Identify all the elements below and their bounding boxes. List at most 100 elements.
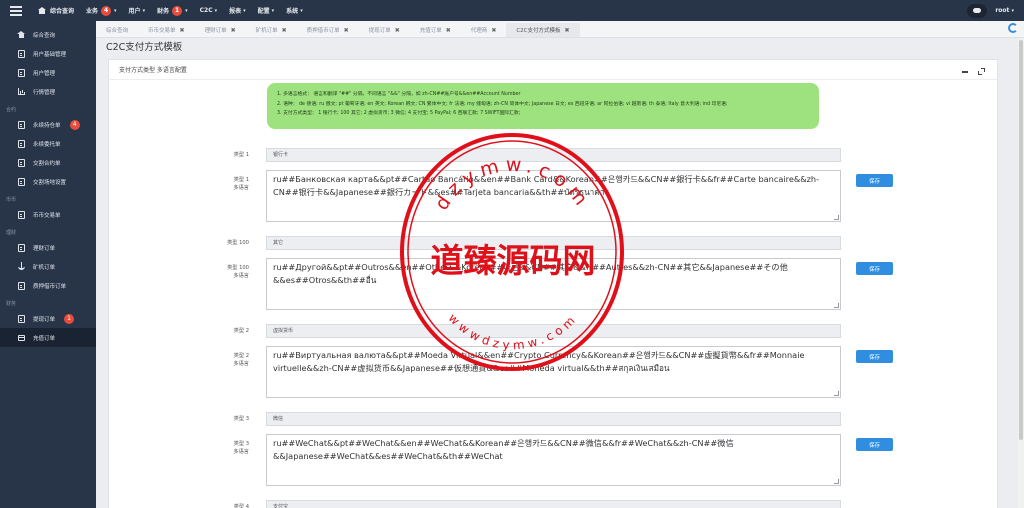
type-label: 类型 1 — [233, 152, 249, 158]
sidebar-item[interactable]: 用户管理 — [0, 63, 96, 82]
sidebar-item[interactable]: 矿机订单 — [0, 257, 96, 276]
sidebar-item[interactable]: 综合查询 — [0, 25, 96, 44]
top-nav-label: 综合查询 — [50, 8, 75, 15]
sidebar-item[interactable]: 交割场地设置 — [0, 172, 96, 191]
expand-icon[interactable] — [978, 68, 985, 75]
tab-bar: 综合查询 币币交易单 ✖ 理财订单 ✖ 矿机订单 ✖ 质押借币订单 ✖ 提现订单 ✖ 充值订单 ✖ 代理商… — [96, 21, 1024, 38]
sidebar-item[interactable]: 行情管理 — [0, 82, 96, 101]
tab-label: 代理商 — [470, 28, 488, 34]
type-name-field: 银行卡 — [266, 148, 841, 162]
tab[interactable]: 综合查询 — [96, 23, 138, 37]
chevron-down-icon: ▾ — [114, 7, 117, 14]
sidebar-item[interactable]: 理财订单 — [0, 238, 96, 257]
sidebar-item-label: 提现订单 — [33, 316, 56, 323]
tab[interactable]: 代理商 ✖ — [461, 23, 507, 37]
sidebar-item[interactable]: 币币交易单 — [0, 205, 96, 224]
resize-handle-icon[interactable] — [834, 215, 839, 220]
tab-label: C2C支付方式模板 — [516, 28, 561, 34]
type-label: 类型 2 — [233, 328, 249, 334]
sidebar-item[interactable]: 永续持仓单 4 — [0, 115, 96, 134]
count-badge: 1 — [172, 5, 183, 16]
close-icon[interactable]: ✖ — [565, 27, 570, 34]
close-icon[interactable]: ✖ — [180, 27, 185, 34]
multi-lang-textarea[interactable]: ru##Другой&&pt##Outros&&en##Other&&Korea… — [266, 258, 841, 310]
chevron-down-icon: ▾ — [185, 7, 188, 14]
sidebar-item[interactable]: 提现订单 1 — [0, 309, 96, 328]
top-nav-item[interactable]: 配置 ▾ — [252, 0, 281, 21]
multi-lang-textarea[interactable]: ru##Виртуальная валюта&&pt##Moeda Virtua… — [266, 346, 841, 398]
doc-icon — [18, 68, 25, 77]
sidebar-item-label: 矿机订单 — [33, 264, 56, 271]
collapse-icon[interactable] — [962, 70, 968, 73]
sidebar-item-label: 永续委托单 — [33, 141, 61, 148]
tab[interactable]: C2C支付方式模板 ✖ — [506, 23, 580, 37]
refresh-icon[interactable] — [1008, 23, 1018, 33]
tab[interactable]: 质押借币订单 ✖ — [297, 23, 359, 37]
sidebar-item[interactable]: 永续委托单 — [0, 134, 96, 153]
multi-lang-text: 多语言 — [233, 185, 249, 191]
tab[interactable]: 理财订单 ✖ — [195, 23, 246, 37]
top-nav-item[interactable]: 业务 4 ▾ — [80, 0, 123, 21]
close-icon[interactable]: ✖ — [395, 27, 400, 34]
doc-icon — [18, 243, 25, 252]
top-nav-item[interactable]: 综合查询 — [32, 0, 80, 21]
sidebar-item[interactable]: 质押借币订单 — [0, 276, 96, 295]
top-nav-item[interactable]: C2C ▾ — [194, 0, 224, 21]
multi-lang-textarea[interactable]: ru##Банковская карта&&pt##Cartão Bancári… — [266, 170, 841, 222]
tab[interactable]: 充值订单 ✖ — [410, 23, 461, 37]
tab-label: 质押借币订单 — [306, 28, 340, 34]
tab-label: 理财订单 — [204, 28, 227, 34]
textarea-value: ru##Банковская карта&&pt##Cartão Bancári… — [273, 174, 820, 197]
save-button[interactable]: 保存 — [856, 174, 893, 187]
sidebar-item[interactable]: 充值订单 — [0, 328, 96, 347]
top-nav-label: 系统 — [286, 8, 299, 15]
chevron-down-icon: ▾ — [142, 7, 146, 14]
user-menu[interactable]: root ▾ — [995, 7, 1014, 14]
sidebar-item-label: 综合查询 — [33, 32, 56, 39]
top-nav-item[interactable]: 报表 ▾ — [223, 0, 252, 21]
top-right: root ▾ — [967, 0, 1014, 21]
multi-lang-textarea[interactable]: ru##WeChat&&pt##WeChat&&en##WeChat&&Kore… — [266, 434, 841, 486]
doc-icon — [18, 158, 25, 167]
scrollbar-thumb[interactable] — [1019, 40, 1023, 440]
close-icon[interactable]: ✖ — [491, 27, 496, 34]
resize-handle-icon[interactable] — [834, 479, 839, 484]
sidebar-item[interactable]: 用户基础管理 — [0, 44, 96, 63]
close-icon[interactable]: ✖ — [231, 27, 236, 34]
top-nav-item[interactable]: 系统 ▾ — [280, 0, 309, 21]
doc-icon — [18, 177, 25, 186]
sidebar-item-label: 充值订单 — [33, 335, 56, 342]
doc-icon — [18, 314, 25, 323]
close-icon[interactable]: ✖ — [344, 27, 349, 34]
save-button[interactable]: 保存 — [856, 350, 893, 363]
tab[interactable]: 提现订单 ✖ — [359, 23, 410, 37]
sidebar-item[interactable]: 交割合约单 — [0, 153, 96, 172]
tab-label: 充值订单 — [419, 28, 442, 34]
type-name-field: 支付宝 — [266, 500, 841, 508]
home-icon — [17, 31, 25, 38]
doc-icon — [18, 281, 25, 290]
close-icon[interactable]: ✖ — [282, 27, 287, 34]
close-icon[interactable]: ✖ — [446, 27, 451, 34]
format-notice: 1. 多语言格式： 语言和翻译 "##" 分隔，不同语言 "&&" 分隔，如 z… — [267, 83, 819, 129]
sidebar: 综合查询 用户基础管理 用户管理 行情管理 合约 永续持仓单 4 永续委托单 交割合约单 交割场地… — [0, 21, 96, 508]
top-bar: 综合查询 业务 4 ▾ 用户 ▾ 财务 1 ▾ C2C ▾ 报表 ▾ 配置 ▾ 系统 ▾ root ▾ — [0, 0, 1024, 21]
save-button[interactable]: 保存 — [856, 438, 893, 451]
save-button[interactable]: 保存 — [856, 262, 893, 275]
resize-handle-icon[interactable] — [834, 303, 839, 308]
sidebar-item-label: 交割场地设置 — [33, 179, 67, 186]
notice-line: 2. 语种： de 德语; ru 俄文; pt 葡萄牙语; en 英文; Kor… — [277, 101, 728, 107]
type-name-field: 虚拟货币 — [266, 324, 841, 338]
top-nav-label: C2C — [199, 7, 213, 14]
menu-toggle-icon[interactable] — [0, 0, 32, 21]
tab[interactable]: 矿机订单 ✖ — [246, 23, 297, 37]
tab[interactable]: 币币交易单 ✖ — [138, 23, 195, 37]
top-nav-item[interactable]: 财务 1 ▾ — [151, 0, 194, 21]
resize-handle-icon[interactable] — [834, 391, 839, 396]
card-icon — [18, 334, 25, 341]
type-label: 类型 100 — [227, 265, 249, 271]
chevron-down-icon: ▾ — [1011, 8, 1014, 14]
chat-button[interactable] — [967, 3, 988, 18]
sidebar-item-label: 行情管理 — [33, 89, 56, 96]
top-nav-item[interactable]: 用户 ▾ — [123, 0, 152, 21]
